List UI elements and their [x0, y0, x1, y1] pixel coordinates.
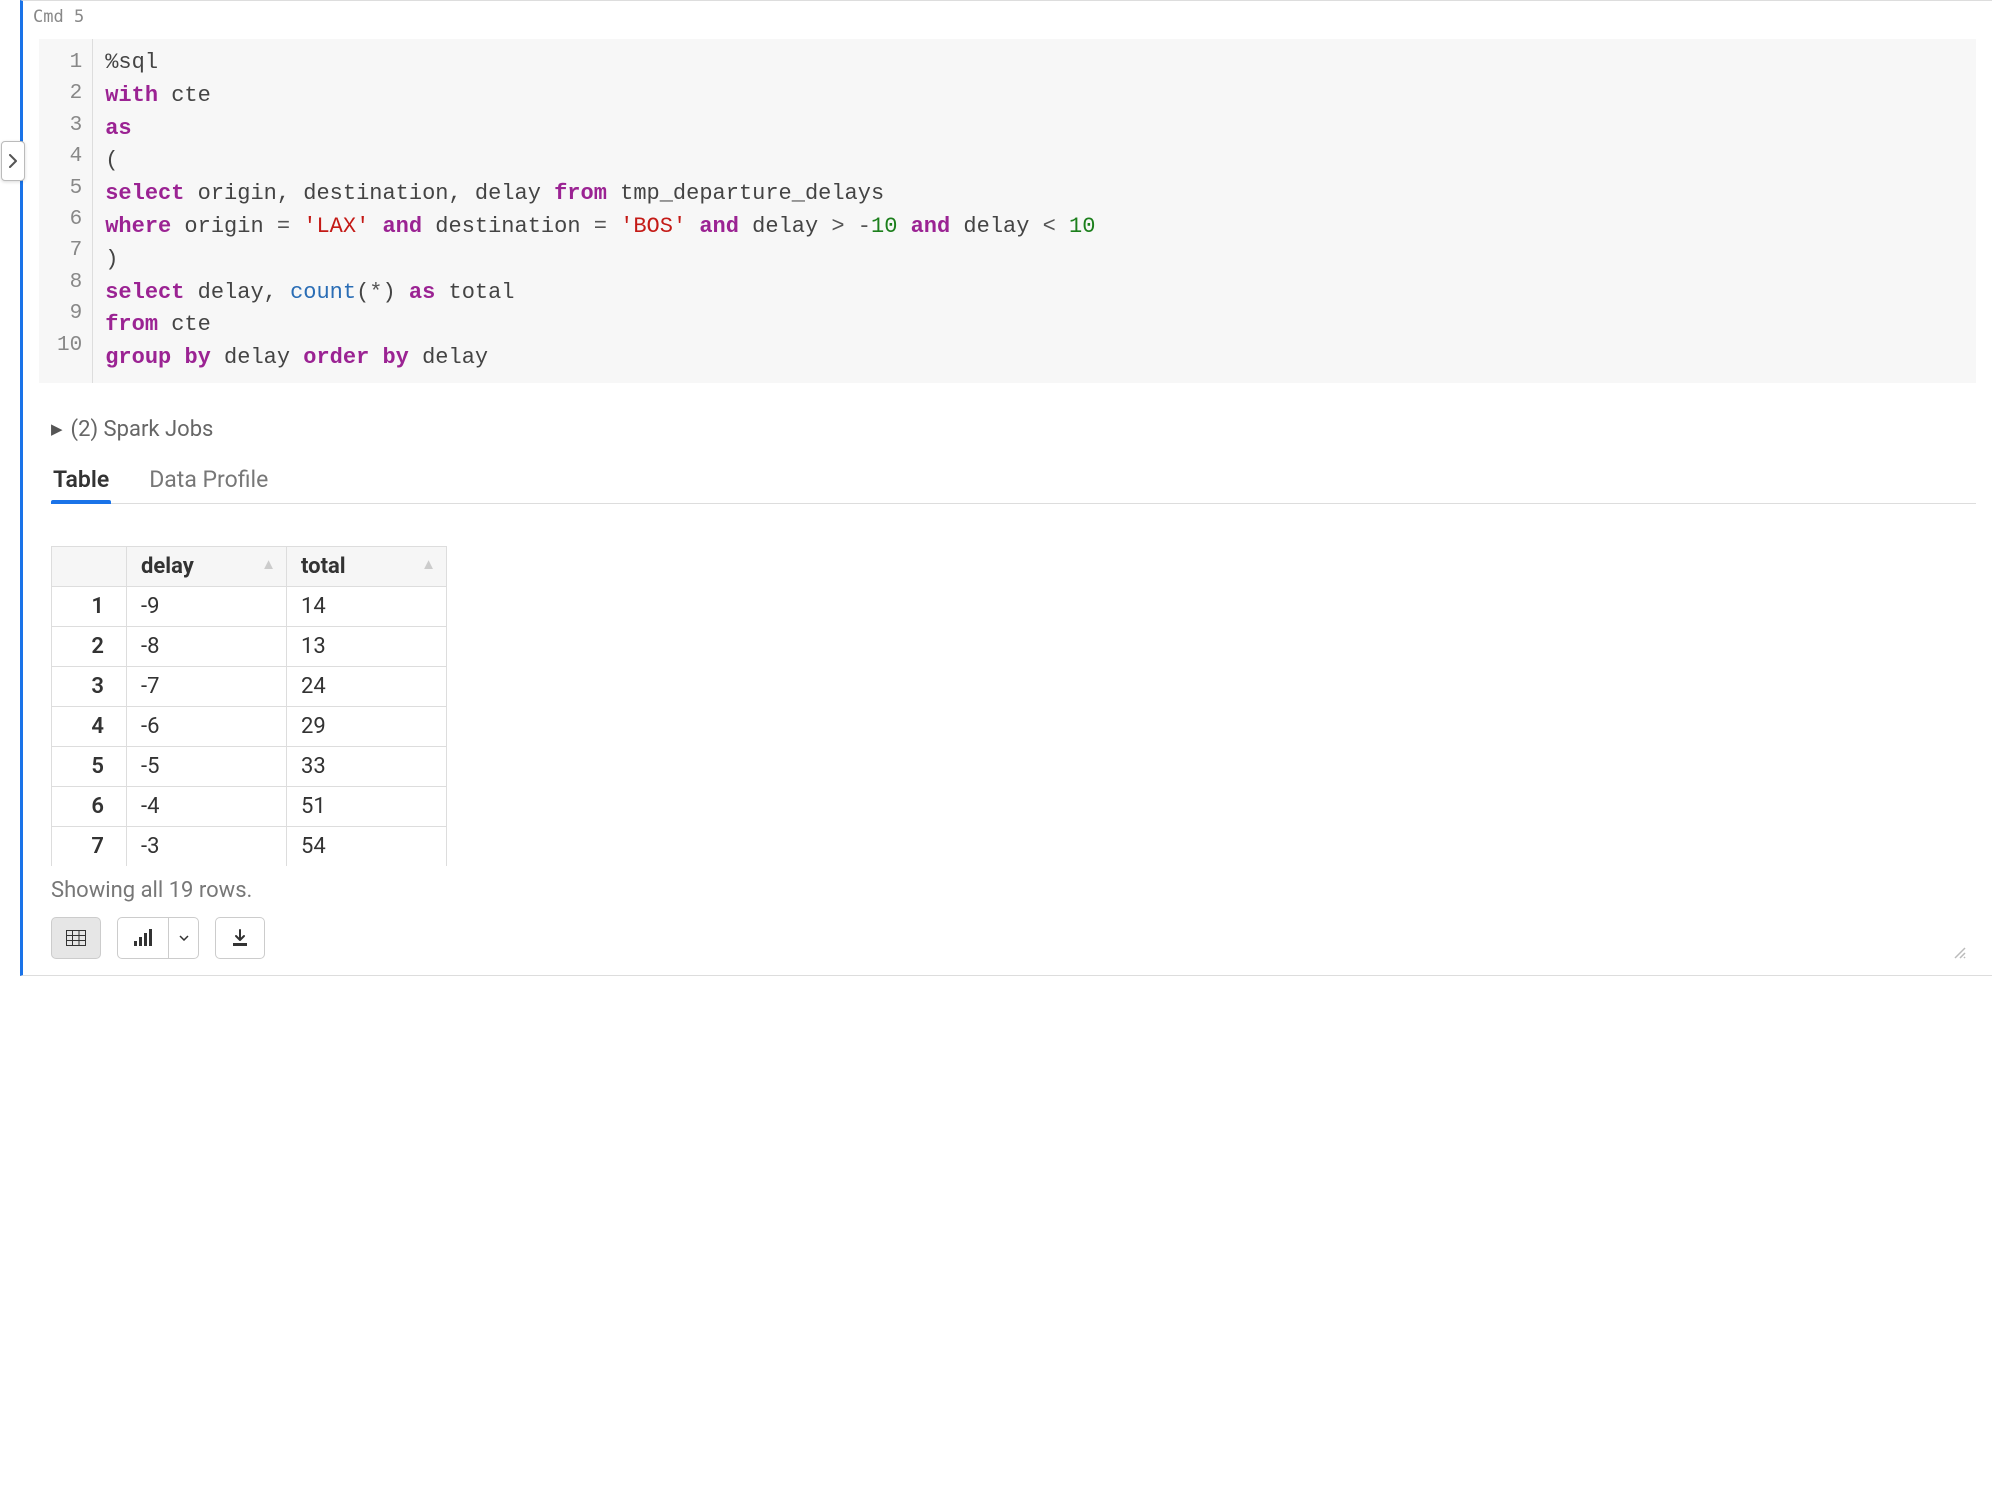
- line-number: 9: [57, 298, 82, 329]
- table-row[interactable]: 3-724: [52, 666, 447, 706]
- row-number-cell: 7: [52, 826, 127, 866]
- line-number: 7: [57, 235, 82, 266]
- cell-delay: -6: [127, 706, 287, 746]
- row-number-cell: 6: [52, 786, 127, 826]
- cell-delay: -4: [127, 786, 287, 826]
- row-number-cell: 4: [52, 706, 127, 746]
- cell-delay: -5: [127, 746, 287, 786]
- table-row[interactable]: 7-354: [52, 826, 447, 866]
- column-header-total[interactable]: total ▲: [287, 546, 447, 586]
- code-line[interactable]: group by delay order by delay: [105, 342, 1095, 375]
- download-icon: [231, 929, 249, 947]
- column-header-label: delay: [141, 554, 194, 579]
- result-status: Showing all 19 rows.: [51, 878, 1976, 903]
- code-line[interactable]: with cte: [105, 80, 1095, 113]
- chart-view-button[interactable]: [117, 917, 199, 959]
- tab-table[interactable]: Table: [51, 460, 111, 503]
- spark-jobs-toggle[interactable]: ▶ (2) Spark Jobs: [51, 417, 1976, 442]
- download-button[interactable]: [215, 917, 265, 959]
- column-header-delay[interactable]: delay ▲: [127, 546, 287, 586]
- table-row[interactable]: 2-813: [52, 626, 447, 666]
- row-number-cell: 2: [52, 626, 127, 666]
- code-line[interactable]: (: [105, 145, 1095, 178]
- code-line[interactable]: where origin = 'LAX' and destination = '…: [105, 211, 1095, 244]
- cell-delay: -3: [127, 826, 287, 866]
- cell-total: 51: [287, 786, 447, 826]
- line-number: 8: [57, 267, 82, 298]
- line-number: 4: [57, 141, 82, 172]
- chevron-right-icon: [8, 154, 18, 168]
- cell-total: 54: [287, 826, 447, 866]
- code-line[interactable]: as: [105, 113, 1095, 146]
- row-number-cell: 5: [52, 746, 127, 786]
- resize-handle[interactable]: [1952, 945, 1966, 959]
- code-line[interactable]: from cte: [105, 309, 1095, 342]
- cell-total: 24: [287, 666, 447, 706]
- table-view-button[interactable]: [51, 917, 101, 959]
- cell-total: 13: [287, 626, 447, 666]
- command-label: Cmd 5: [23, 1, 1992, 31]
- table-row[interactable]: 1-914: [52, 586, 447, 626]
- cell-output: ▶ (2) Spark Jobs Table Data Profile dela…: [23, 393, 1992, 975]
- line-number: 1: [57, 47, 82, 78]
- cell-delay: -9: [127, 586, 287, 626]
- cell-total: 14: [287, 586, 447, 626]
- code-line[interactable]: %sql: [105, 47, 1095, 80]
- row-number-cell: 3: [52, 666, 127, 706]
- chart-view-main[interactable]: [118, 918, 168, 958]
- spark-jobs-label: (2) Spark Jobs: [71, 417, 214, 442]
- line-number: 2: [57, 78, 82, 109]
- line-number: 5: [57, 173, 82, 204]
- output-toolbar: [51, 917, 1976, 959]
- line-number: 3: [57, 110, 82, 141]
- row-number-header: [52, 546, 127, 586]
- row-number-cell: 1: [52, 586, 127, 626]
- table-row[interactable]: 5-533: [52, 746, 447, 786]
- caret-down-icon: [179, 935, 189, 941]
- line-number: 10: [57, 330, 82, 361]
- notebook-cell: Cmd 5 12345678910 %sqlwith cteas(select …: [20, 0, 1992, 976]
- line-number: 6: [57, 204, 82, 235]
- triangle-right-icon: ▶: [51, 420, 63, 438]
- result-table: delay ▲ total ▲ 1-9142-8133-7244-6295-53…: [51, 546, 447, 866]
- sort-asc-icon: ▲: [261, 556, 276, 574]
- table-row[interactable]: 6-451: [52, 786, 447, 826]
- cell-total: 33: [287, 746, 447, 786]
- bar-chart-icon: [133, 929, 153, 947]
- code-line[interactable]: ): [105, 244, 1095, 277]
- output-tabs: Table Data Profile: [51, 460, 1976, 504]
- column-header-label: total: [301, 554, 346, 579]
- code-editor[interactable]: 12345678910 %sqlwith cteas(select origin…: [39, 39, 1976, 383]
- table-row[interactable]: 4-629: [52, 706, 447, 746]
- sort-asc-icon: ▲: [421, 556, 436, 574]
- cell-delay: -7: [127, 666, 287, 706]
- table-grid-icon: [66, 930, 86, 946]
- cell-total: 29: [287, 706, 447, 746]
- code-line[interactable]: select delay, count(*) as total: [105, 277, 1095, 310]
- tab-data-profile[interactable]: Data Profile: [147, 460, 270, 503]
- chart-view-dropdown[interactable]: [168, 918, 198, 958]
- code-line[interactable]: select origin, destination, delay from t…: [105, 178, 1095, 211]
- line-number-gutter: 12345678910: [39, 39, 93, 383]
- code-content[interactable]: %sqlwith cteas(select origin, destinatio…: [93, 39, 1107, 383]
- expand-sidebar-handle[interactable]: [1, 141, 25, 181]
- cell-delay: -8: [127, 626, 287, 666]
